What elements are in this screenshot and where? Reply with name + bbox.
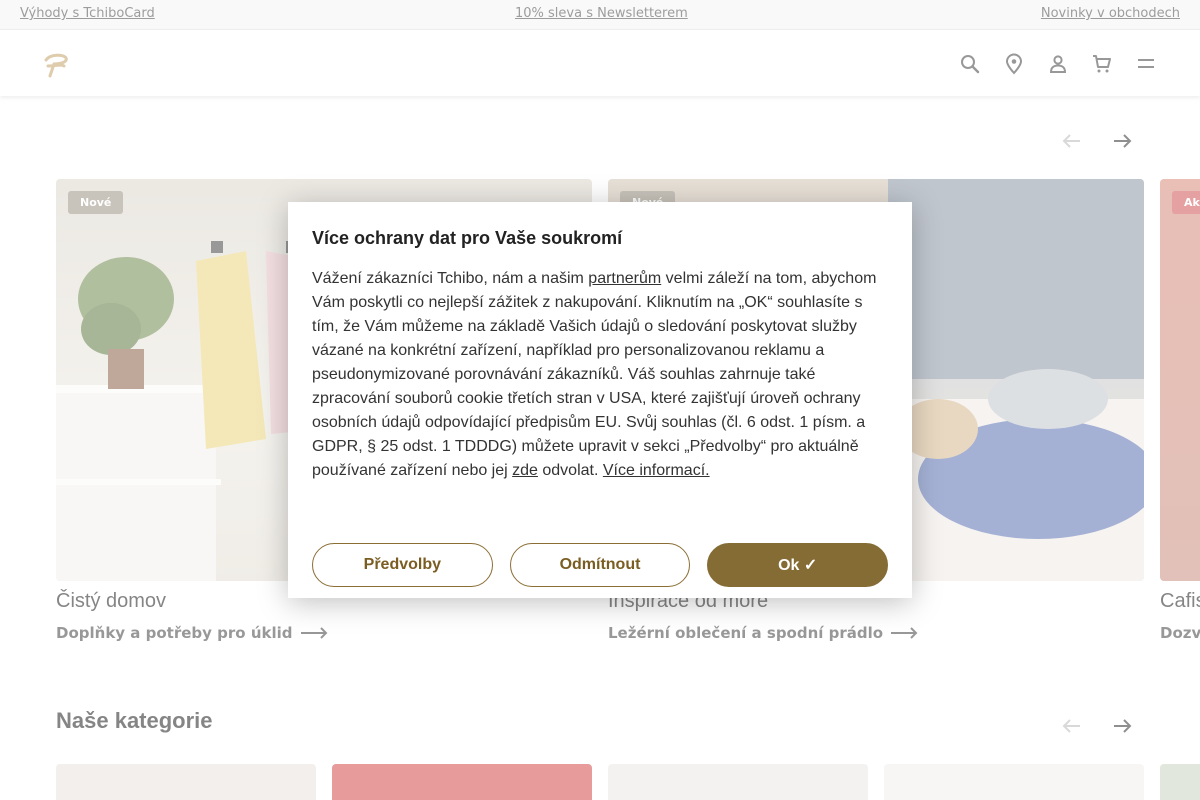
ok-button[interactable]: Ok ✓ xyxy=(707,543,889,587)
more-info-link[interactable]: Více informací. xyxy=(603,462,710,479)
dialog-title: Více ochrany dat pro Vaše soukromí xyxy=(312,228,623,248)
dialog-actions: Předvolby Odmítnout Ok ✓ xyxy=(312,543,889,587)
partners-link[interactable]: partnerům xyxy=(588,270,661,287)
body-main: velmi záleží na tom, abychom Vám poskytl… xyxy=(312,270,877,479)
revoke-here-link[interactable]: zde xyxy=(512,462,538,479)
dialog-body: Vážení zákazníci Tchibo, nám a našim par… xyxy=(312,267,888,483)
privacy-consent-dialog: Více ochrany dat pro Vaše soukromí Vážen… xyxy=(288,202,912,598)
body-end: odvolat. xyxy=(537,462,603,479)
body-intro: Vážení zákazníci Tchibo, nám a našim xyxy=(312,270,589,287)
reject-button[interactable]: Odmítnout xyxy=(509,543,691,587)
preferences-button[interactable]: Předvolby xyxy=(312,543,493,587)
